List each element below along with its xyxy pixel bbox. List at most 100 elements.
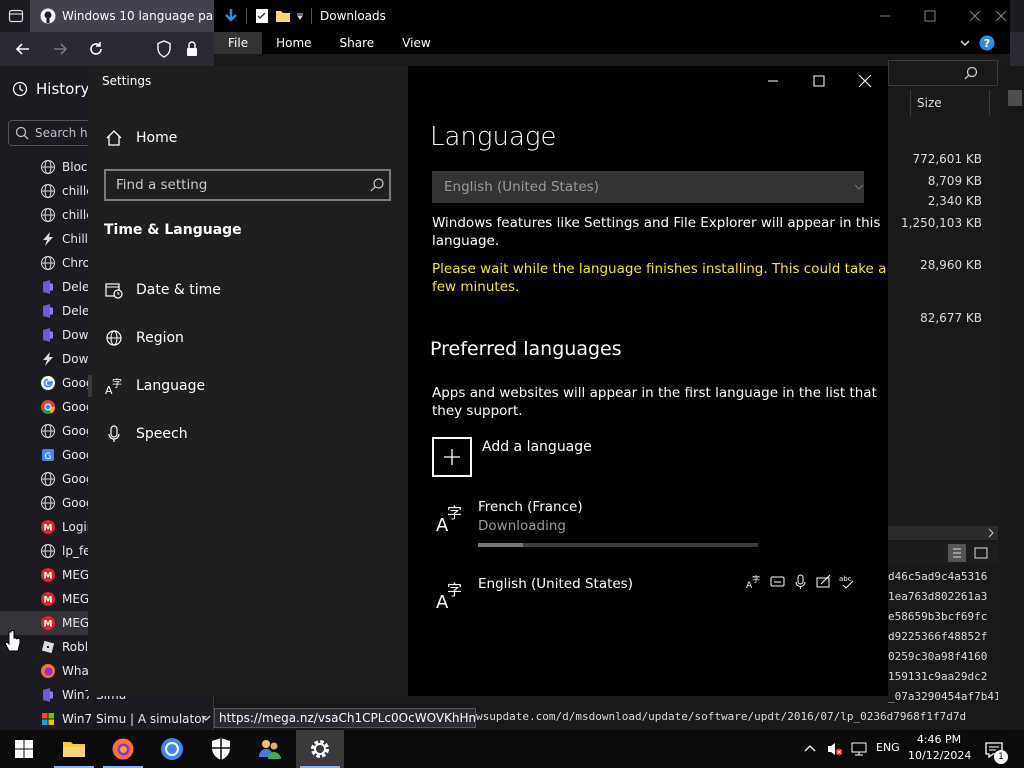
handwriting-icon [815,573,832,590]
maximize-icon[interactable] [804,72,834,90]
chevron-down-icon[interactable] [200,712,212,724]
language-name: English (United States) [478,576,633,592]
chrome-icon [40,399,56,415]
keyboard-text-icon [769,573,786,590]
scrollbar[interactable] [1006,66,1024,730]
maximize-icon[interactable] [915,8,945,24]
sidebar-title: History [36,80,90,98]
chrome-icon [160,737,184,761]
ribbon-expand-chevron-icon[interactable] [958,36,972,50]
add-language-label[interactable]: Add a language [482,439,592,455]
divider [246,8,247,24]
language-icon: A字 [436,578,466,612]
app-icon [40,279,56,295]
tracking-shield-icon[interactable] [156,40,172,58]
browser-tab[interactable]: Windows 10 language pack d [30,0,215,32]
taskbar-settings[interactable] [296,730,344,768]
history-icon [12,81,28,97]
input-language-indicator[interactable]: ENG [876,741,900,754]
app-icon [40,327,56,343]
firefox-icon [40,663,56,679]
display-language-select[interactable]: English (United States) [432,171,864,203]
scrollbar-thumb[interactable] [1008,90,1022,106]
docs-icon: G [40,447,56,463]
close-icon[interactable] [960,8,990,24]
svg-text:?: ? [984,37,990,50]
chevron-down-icon[interactable] [854,182,864,192]
mega-icon: M [40,615,56,631]
features-text-line-1: Windows features like Settings and File … [432,215,881,231]
search-icon[interactable] [369,177,385,193]
log-line: 0259c30a98f4160 [888,650,988,663]
github-icon [40,8,56,24]
forward-icon[interactable] [51,40,69,58]
system-clock[interactable]: 4:46 PM 10/12/2024 [908,732,971,764]
users-icon [258,737,282,761]
close-icon[interactable] [994,8,1008,24]
nav-date-time[interactable]: Date & time [104,275,221,305]
svg-text:字: 字 [112,377,122,390]
clock-time: 4:46 PM [916,733,962,746]
link-status-url: https://mega.nz/vsaCh1CPLc0OcWOVKhHmSw [214,708,476,728]
nav-region[interactable]: Region [104,323,184,353]
minimize-icon[interactable] [758,72,788,90]
search-icon[interactable] [964,66,978,80]
log-line: d9225366f48852f [888,630,988,643]
app-icon [40,687,56,703]
sidebar-header: History [12,80,89,98]
search-icon [15,126,29,140]
folder-icon[interactable] [275,9,291,23]
lock-icon[interactable] [185,40,199,58]
taskbar-file-explorer[interactable] [50,730,98,768]
help-icon[interactable]: ? [979,35,995,51]
language-name: French (France) [478,499,583,515]
microphone-icon [104,424,124,444]
details-view-icon[interactable] [948,544,966,562]
svg-text:G: G [45,452,52,462]
dropdown-chevron-icon[interactable] [295,11,305,21]
chevron-up-icon[interactable] [803,742,817,756]
svg-text:M: M [44,596,53,606]
log-line: e58659b3bcf69fc [888,610,988,623]
nav-home[interactable]: Home [104,123,177,153]
nav-selection-indicator [88,375,92,397]
win7-icon [40,711,56,727]
nav-language[interactable]: A字 Language [104,371,205,401]
taskbar-firefox[interactable] [99,730,147,768]
download-progress-bar [478,543,758,547]
start-button[interactable] [0,730,48,768]
column-header-size[interactable]: Size [910,90,990,116]
tab-file[interactable]: File [214,32,263,54]
large-icons-view-icon[interactable] [972,544,990,562]
checklist-icon[interactable] [255,8,269,24]
back-icon[interactable] [14,40,32,58]
reload-icon[interactable] [87,40,105,58]
horizontal-scrollbar[interactable] [888,526,998,540]
network-icon[interactable] [850,740,868,758]
add-language-button[interactable] [432,437,472,477]
log-line: d46c5ad9c4a5316 [888,570,988,583]
nav-speech[interactable]: Speech [104,419,188,449]
google-icon [40,375,56,391]
gear-icon [309,738,331,760]
list-item[interactable]: Win7 Simu | A simulator o [40,707,210,731]
taskbar-users-app[interactable] [246,730,294,768]
tab-view[interactable]: View [388,32,444,54]
tab-home[interactable]: Home [262,32,325,54]
tab-overview-icon[interactable] [8,8,24,24]
chevron-right-icon[interactable] [986,528,996,538]
microphone-icon [792,573,809,590]
explorer-search-input[interactable] [888,60,998,86]
taskbar-chrome[interactable] [148,730,196,768]
close-icon[interactable] [850,72,880,90]
svg-text:字: 字 [447,504,462,522]
download-progress-fill [478,543,523,547]
taskbar-security[interactable] [197,730,245,768]
minimize-icon[interactable] [870,8,900,24]
bolt-icon [40,231,56,247]
find-setting-input[interactable]: Find a setting [104,169,391,201]
globe-icon [40,255,56,271]
volume-muted-icon[interactable] [826,740,844,758]
tab-share[interactable]: Share [326,32,389,54]
mouse-cursor-icon [4,630,22,654]
